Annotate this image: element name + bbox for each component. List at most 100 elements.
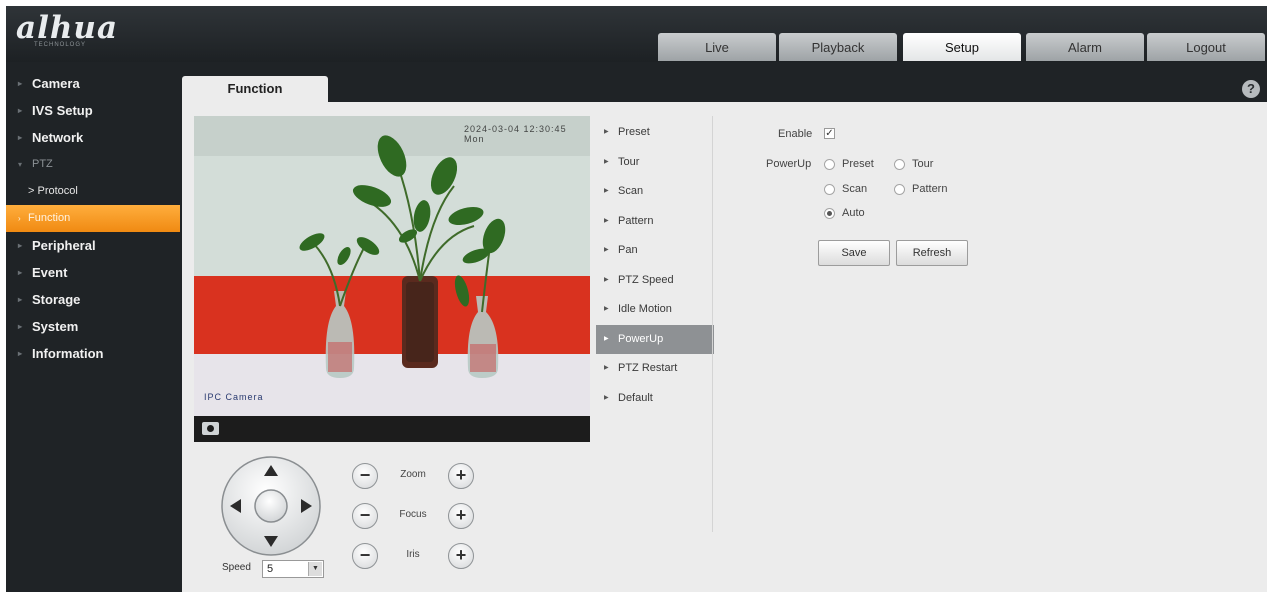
video-scene (194, 116, 590, 416)
sidebar-item-camera[interactable]: ▸ Camera (6, 70, 182, 97)
radio-tour[interactable] (894, 159, 905, 170)
function-item-label: PTZ Restart (618, 362, 678, 374)
sidebar-item-label: Information (32, 346, 104, 361)
sidebar-item-function[interactable]: › Function (6, 205, 180, 232)
nav-tab-playback[interactable]: Playback (779, 33, 897, 61)
tab-function[interactable]: Function (182, 76, 328, 105)
sidebar-item-peripheral[interactable]: ▸ Peripheral (6, 232, 182, 259)
sidebar-item-system[interactable]: ▸ System (6, 313, 182, 340)
focus-control: − Focus + (352, 503, 474, 529)
zoom-out-button[interactable]: − (352, 463, 378, 489)
function-item-label: PTZ Speed (618, 273, 674, 286)
content-panel: 2024-03-04 12:30:45 Mon IPC Camera Speed… (182, 102, 1267, 592)
help-icon[interactable]: ? (1242, 80, 1260, 98)
radio-tour-label: Tour (912, 158, 934, 170)
function-item-label: Preset (618, 126, 650, 138)
function-item-pan[interactable]: ▶ Pan (596, 236, 714, 266)
function-item-idle-motion[interactable]: ▶ Idle Motion (596, 295, 714, 325)
bullet-icon: ▸ (18, 349, 23, 358)
bullet-icon: ▾ (18, 160, 23, 169)
osd-channel-name: IPC Camera (204, 392, 264, 402)
triangle-icon: ▶ (604, 247, 609, 253)
radio-scan[interactable] (824, 184, 835, 195)
ptz-center-button[interactable] (254, 489, 288, 523)
live-video: 2024-03-04 12:30:45 Mon IPC Camera (194, 116, 590, 416)
sidebar-item-network[interactable]: ▸ Network (6, 124, 182, 151)
triangle-icon: ▶ (604, 217, 609, 224)
radio-preset[interactable] (824, 159, 835, 170)
speed-select[interactable]: 5 ▼ (262, 560, 324, 578)
sidebar-item-ptz[interactable]: ▾ PTZ (6, 151, 182, 178)
function-item-powerup[interactable]: ▶ PowerUp (596, 324, 714, 354)
bullet-icon: ▸ (18, 133, 23, 142)
focus-far-button[interactable]: + (448, 503, 474, 529)
triangle-icon: ▶ (604, 335, 609, 342)
sidebar-item-storage[interactable]: ▸ Storage (6, 286, 182, 313)
function-item-label: Default (618, 391, 653, 404)
radio-pattern-label: Pattern (912, 183, 948, 195)
triangle-icon: ▶ (604, 306, 609, 312)
function-item-pattern[interactable]: ▶ Pattern (596, 207, 714, 237)
speed-value: 5 (267, 563, 274, 575)
powerup-label: PowerUp (766, 158, 812, 170)
divider (712, 116, 713, 532)
sidebar-item-label: Event (32, 265, 68, 280)
osd-timestamp: 2024-03-04 12:30:45 Mon (464, 124, 567, 144)
nav-tab-setup[interactable]: Setup (903, 33, 1021, 61)
nav-tab-logout[interactable]: Logout (1147, 33, 1265, 61)
focus-label: Focus (399, 509, 427, 520)
bullet-icon: › (18, 214, 21, 223)
bullet-icon: ▸ (18, 322, 23, 331)
iris-open-button[interactable]: + (448, 543, 474, 569)
bullet-icon: ▸ (18, 79, 23, 88)
sidebar-item-label: > Protocol (28, 185, 78, 197)
function-list: ▶ Preset ▶ Tour ▶ Scan ▶ Pattern ▶ Pan ▶ PTZ S… (596, 118, 714, 413)
function-item-label: PowerUp (618, 332, 664, 345)
function-item-ptz-speed[interactable]: ▶ PTZ Speed (596, 266, 714, 296)
speed-label: Speed (222, 562, 251, 573)
bullet-icon: ▸ (18, 106, 23, 115)
video-toolbar (194, 416, 590, 442)
triangle-icon: ▶ (604, 188, 609, 194)
sidebar-item-protocol[interactable]: > Protocol (6, 178, 182, 205)
triangle-icon: ▶ (604, 276, 609, 283)
iris-label: Iris (406, 549, 420, 560)
zoom-label: Zoom (400, 469, 426, 480)
sidebar-item-information[interactable]: ▸ Information (6, 340, 182, 367)
chevron-down-icon[interactable]: ▼ (308, 562, 322, 576)
radio-pattern[interactable] (894, 184, 905, 195)
snapshot-icon[interactable] (202, 422, 219, 435)
sidebar-item-label: IVS Setup (32, 103, 93, 118)
triangle-icon: ▶ (604, 394, 609, 401)
nav-tab-live[interactable]: Live (658, 33, 776, 61)
sidebar-item-event[interactable]: ▸ Event (6, 259, 182, 286)
zoom-in-button[interactable]: + (448, 463, 474, 489)
sidebar-item-ivs-setup[interactable]: ▸ IVS Setup (6, 97, 182, 124)
brand-logo: alhua (16, 10, 119, 46)
app-window: alhua TECHNOLOGY Live Playback Setup Ala… (6, 6, 1267, 592)
iris-control: − Iris + (352, 543, 474, 569)
function-item-tour[interactable]: ▶ Tour (596, 148, 714, 178)
sidebar-item-label: Storage (32, 292, 81, 307)
focus-near-button[interactable]: − (352, 503, 378, 529)
function-item-label: Idle Motion (618, 303, 672, 315)
function-item-ptz-restart[interactable]: ▶ PTZ Restart (596, 354, 714, 384)
enable-checkbox[interactable]: ✓ (824, 128, 835, 139)
iris-close-button[interactable]: − (352, 543, 378, 569)
triangle-icon: ▶ (604, 158, 609, 165)
radio-preset-label: Preset (842, 158, 874, 170)
sidebar: ▸ Camera ▸ IVS Setup ▸ Network ▾ PTZ > Proto… (6, 70, 182, 367)
radio-auto[interactable] (824, 208, 835, 219)
bullet-icon: ▸ (18, 295, 23, 304)
function-item-preset[interactable]: ▶ Preset (596, 118, 714, 148)
sidebar-item-label: Network (32, 130, 84, 145)
function-item-default[interactable]: ▶ Default (596, 384, 714, 414)
sidebar-item-label: Peripheral (32, 238, 96, 253)
refresh-button[interactable]: Refresh (896, 240, 968, 266)
enable-label: Enable (778, 128, 813, 140)
brand-tagline: TECHNOLOGY (34, 42, 87, 48)
zoom-control: − Zoom + (352, 463, 474, 489)
function-item-scan[interactable]: ▶ Scan (596, 177, 714, 207)
nav-tab-alarm[interactable]: Alarm (1026, 33, 1144, 61)
save-button[interactable]: Save (818, 240, 890, 266)
